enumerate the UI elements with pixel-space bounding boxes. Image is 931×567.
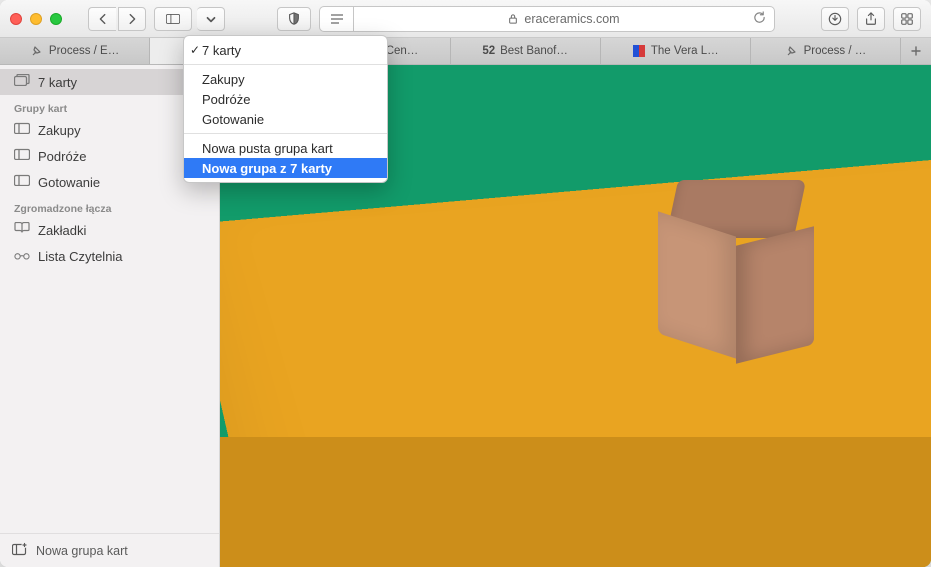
- dropdown-item-podroze[interactable]: Podróże: [184, 89, 387, 109]
- dropdown-item-label: Nowa grupa z 7 karty: [202, 161, 332, 176]
- reader-button[interactable]: [319, 6, 353, 32]
- dropdown-item-label: 7 karty: [202, 43, 241, 58]
- reload-button[interactable]: [753, 11, 766, 27]
- dropdown-item-label: Podróże: [202, 92, 250, 107]
- sidebar-item-label: Zakupy: [38, 123, 81, 138]
- book-icon: [14, 222, 30, 238]
- sidebar-toggle-button[interactable]: [154, 7, 192, 31]
- folder-icon: [14, 148, 30, 164]
- dropdown-item-new-empty[interactable]: Nowa pusta grupa kart: [184, 138, 387, 158]
- dropdown-item-label: Nowa pusta grupa kart: [202, 141, 333, 156]
- sidebar-reading-list[interactable]: Lista Czytelnia: [0, 243, 219, 269]
- window-body: 7 karty Grupy kart Zakupy Podróże Gotowa…: [0, 65, 931, 567]
- pin-icon: [30, 44, 44, 58]
- sidebar-footer-label: Nowa grupa kart: [36, 544, 128, 558]
- tab-label: Process / …: [804, 45, 867, 57]
- tab-groups-dropdown: 7 karty Zakupy Podróże Gotowanie Nowa pu…: [183, 35, 388, 183]
- address-bar-group: eraceramics.com: [319, 6, 775, 32]
- sidebar-item-label: Gotowanie: [38, 175, 100, 190]
- new-tab-button[interactable]: [901, 38, 931, 64]
- tab-groups-menu-button[interactable]: [197, 7, 225, 31]
- window-controls: [10, 13, 62, 25]
- dropdown-item-label: Zakupy: [202, 72, 245, 87]
- forward-button[interactable]: [118, 7, 146, 31]
- sidebar-new-group-button[interactable]: Nowa grupa kart: [0, 533, 219, 567]
- tab-strip: Process / E… Grand Cen… 52 Best Banof… T…: [0, 38, 931, 65]
- address-bar[interactable]: eraceramics.com: [353, 6, 775, 32]
- tab-label: Best Banof…: [500, 45, 568, 57]
- tab-prefix: 52: [482, 45, 495, 57]
- sidebar-bookmarks[interactable]: Zakładki: [0, 217, 219, 243]
- content-image: [220, 437, 931, 567]
- glasses-icon: [14, 248, 30, 264]
- titlebar: eraceramics.com: [0, 0, 931, 38]
- sidebar-item-label: 7 karty: [38, 75, 77, 90]
- tab-overview-button[interactable]: [893, 7, 921, 31]
- safari-window: eraceramics.com Process / E…: [0, 0, 931, 567]
- privacy-report-button[interactable]: [277, 7, 311, 31]
- folder-icon: [14, 174, 30, 190]
- tab-0[interactable]: Process / E…: [0, 38, 150, 64]
- back-button[interactable]: [88, 7, 116, 31]
- minimize-window-button[interactable]: [30, 13, 42, 25]
- zoom-window-button[interactable]: [50, 13, 62, 25]
- tabs-icon: [14, 74, 30, 90]
- tab-label: The Vera L…: [651, 45, 719, 57]
- tab-5[interactable]: Process / …: [751, 38, 901, 64]
- dropdown-item-current[interactable]: 7 karty: [184, 40, 387, 60]
- folder-icon: [14, 122, 30, 138]
- close-window-button[interactable]: [10, 13, 22, 25]
- sidebar-item-label: Podróże: [38, 149, 86, 164]
- favicon-icon: [632, 44, 646, 58]
- tab-label: Process / E…: [49, 45, 119, 57]
- dropdown-separator: [184, 133, 387, 134]
- pin-icon: [785, 44, 799, 58]
- downloads-button[interactable]: [821, 7, 849, 31]
- dropdown-separator: [184, 64, 387, 65]
- sidebar-item-label: Lista Czytelnia: [38, 249, 123, 264]
- content-image: [650, 180, 820, 355]
- address-text: eraceramics.com: [524, 12, 619, 26]
- sidebar-links-header: Zgromadzone łącza: [0, 195, 219, 217]
- dropdown-item-zakupy[interactable]: Zakupy: [184, 69, 387, 89]
- tab-4[interactable]: The Vera L…: [601, 38, 751, 64]
- lock-icon: [508, 13, 518, 25]
- sidebar-item-label: Zakładki: [38, 223, 86, 238]
- dropdown-item-label: Gotowanie: [202, 112, 264, 127]
- nav-buttons: [88, 7, 146, 31]
- dropdown-item-new-from-tabs[interactable]: Nowa grupa z 7 karty: [184, 158, 387, 178]
- share-button[interactable]: [857, 7, 885, 31]
- dropdown-item-gotowanie[interactable]: Gotowanie: [184, 109, 387, 129]
- tab-3[interactable]: 52 Best Banof…: [451, 38, 601, 64]
- add-group-icon: [12, 542, 28, 559]
